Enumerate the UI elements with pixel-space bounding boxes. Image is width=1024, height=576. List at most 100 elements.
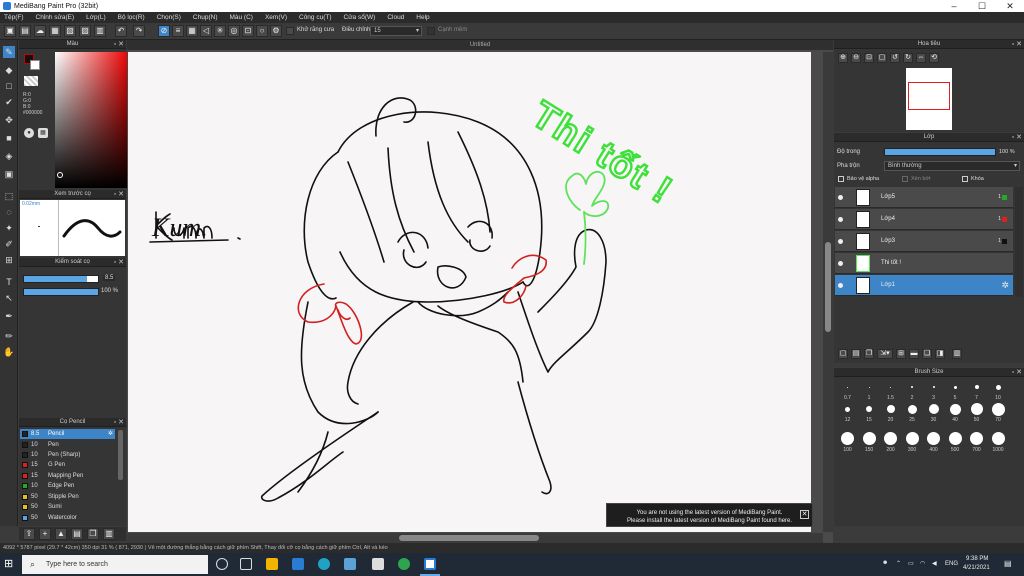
canvas-tab[interactable]: Untitled <box>127 40 833 50</box>
snap-ring-icon[interactable]: ○ <box>256 25 268 37</box>
snap-off-icon[interactable]: ⊘ <box>158 25 170 37</box>
brush-folder-icon[interactable]: ▤ <box>71 528 83 540</box>
clipping-checkbox[interactable] <box>902 176 908 182</box>
menu-file[interactable]: Tệp(F) <box>4 14 24 21</box>
brush-size-preset[interactable]: 100 <box>838 428 857 453</box>
store-icon[interactable] <box>344 558 356 570</box>
brush-size-preset[interactable]: 400 <box>924 428 943 453</box>
chrome-icon[interactable] <box>398 558 410 570</box>
tray-wifi-icon[interactable]: ◠ <box>920 560 925 567</box>
brush-size-preset[interactable]: 70 <box>989 402 1008 423</box>
hscroll-thumb[interactable] <box>399 535 539 541</box>
rotate-right-icon[interactable]: ↻ <box>903 53 913 63</box>
menu-select[interactable]: Chọn(S) <box>157 14 181 21</box>
gradient-tool-icon[interactable]: ▣ <box>3 168 15 180</box>
select-pen-icon[interactable]: ✐ <box>3 238 15 250</box>
magic-wand-icon[interactable]: ✦ <box>3 222 15 234</box>
pen-picker-icon[interactable]: ✏ <box>3 330 15 342</box>
brush-size-preset[interactable]: 15 <box>860 402 879 423</box>
panel-close-icon[interactable]: ▫ ✕ <box>114 40 124 49</box>
snap-radial-icon[interactable]: ✳ <box>214 25 226 37</box>
delete-layer-icon[interactable]: ▥ <box>952 349 962 359</box>
eye-icon[interactable] <box>838 261 843 266</box>
open-icon[interactable]: ▤ <box>19 25 31 37</box>
brush-delete-icon[interactable]: ▥ <box>103 528 115 540</box>
tray-battery-icon[interactable]: ▭ <box>908 560 914 567</box>
brush-item[interactable]: 15 G Pen <box>20 460 115 470</box>
cortana-icon[interactable] <box>216 558 228 570</box>
panel-close-icon[interactable]: ▫ ✕ <box>1012 133 1022 142</box>
layer-opacity-slider[interactable] <box>884 148 996 156</box>
brush-size-preset[interactable]: 1.5 <box>881 380 900 401</box>
snap-parallel-icon[interactable]: ≡ <box>172 25 184 37</box>
minimize-button[interactable]: – <box>940 0 968 12</box>
navigator-thumbnail[interactable] <box>906 68 952 130</box>
tray-volume-icon[interactable]: ◀ <box>932 560 937 567</box>
hand-tool-icon[interactable]: ✋ <box>3 346 15 358</box>
close-button[interactable]: ✕ <box>996 0 1024 12</box>
brush-item[interactable]: 50 Stipple Pen <box>20 492 115 502</box>
brush-tool-icon[interactable]: ✎ <box>3 46 15 58</box>
menu-window[interactable]: Cửa sổ(W) <box>344 14 376 21</box>
layer-scrollbar[interactable] <box>1015 187 1023 297</box>
duplicate-layer-icon[interactable]: ❐ <box>864 349 874 359</box>
flip-icon[interactable]: ⇔ <box>916 53 926 63</box>
brush-size-preset[interactable]: 50 <box>967 402 986 423</box>
panel-close-icon[interactable]: ▫ ✕ <box>114 258 124 267</box>
drawing-canvas[interactable]: Kum. Thi tốt ! <box>128 52 811 532</box>
layer-row[interactable]: Lớp3 1 <box>835 231 1013 252</box>
layer-copy-icon[interactable]: ❏ <box>922 349 932 359</box>
brush-item[interactable]: 10 Pen (Sharp) <box>20 450 115 460</box>
panel-close-icon[interactable]: ▫ ✕ <box>1012 368 1022 377</box>
tray-people-icon[interactable]: ☻ <box>882 560 888 566</box>
actual-size-icon[interactable]: ▢ <box>877 53 887 63</box>
zoom-out-icon[interactable]: ⊖ <box>851 53 861 63</box>
menu-layer[interactable]: Lớp(L) <box>86 14 105 21</box>
brush-item[interactable]: 50 Watercolor <box>20 513 115 523</box>
brush-opacity-slider[interactable] <box>23 288 99 296</box>
eraser-tool-icon[interactable]: ◆ <box>3 64 15 76</box>
navigator-viewport[interactable] <box>908 82 950 110</box>
select-tool-icon[interactable]: ✔ <box>3 96 15 108</box>
eye-icon[interactable] <box>838 195 843 200</box>
fill-rect-tool-icon[interactable]: ■ <box>3 132 15 144</box>
brush-size-preset[interactable]: 700 <box>967 428 986 453</box>
brush-size-preset[interactable]: 5 <box>946 380 965 401</box>
lock-checkbox[interactable] <box>962 176 968 182</box>
brush-item[interactable]: 10 Pen <box>20 440 115 450</box>
menu-snap[interactable]: Chụp(N) <box>193 14 218 21</box>
brush-size-preset[interactable]: 40 <box>946 402 965 423</box>
brush-item[interactable]: 10 Edge Pen <box>20 481 115 491</box>
blend-mode-select[interactable]: Bình thường ▾ <box>884 161 1020 171</box>
menu-tools[interactable]: Công cụ(T) <box>299 14 332 21</box>
eye-icon[interactable] <box>838 217 843 222</box>
color-wheel-icon[interactable]: ● <box>24 128 34 138</box>
language-indicator[interactable]: ENG <box>945 561 958 567</box>
canvas-vertical-scrollbar[interactable] <box>823 52 833 532</box>
brush-size-preset[interactable]: 25 <box>903 402 922 423</box>
brush-size-preset[interactable]: 500 <box>946 428 965 453</box>
edge-icon[interactable] <box>318 558 330 570</box>
windows-start-icon[interactable]: ⊞ <box>4 558 16 570</box>
brush-size-preset[interactable]: 1000 <box>989 428 1008 453</box>
brush-size-preset[interactable]: 7 <box>967 380 986 401</box>
update-notice[interactable]: You are not using the latest version of … <box>606 503 813 527</box>
redo-icon[interactable]: ↷ <box>133 25 145 37</box>
snap-settings-icon[interactable]: ⚙ <box>270 25 282 37</box>
fit-icon[interactable]: ⊡ <box>864 53 874 63</box>
snap-circle-icon[interactable]: ◎ <box>228 25 240 37</box>
layer-row[interactable]: Lớp4 1 <box>835 209 1013 230</box>
saturation-value-picker[interactable] <box>55 52 129 188</box>
grid-icon[interactable]: ▥ <box>94 25 106 37</box>
eyedropper-icon[interactable]: ✒ <box>3 310 15 322</box>
operation-tool-icon[interactable]: ↖ <box>3 292 15 304</box>
menu-help[interactable]: Help <box>416 14 429 21</box>
clock-date[interactable]: 4/21/2021 <box>963 565 990 571</box>
dot-tool-icon[interactable]: □ <box>3 80 15 92</box>
export-icon[interactable]: ▧ <box>64 25 76 37</box>
marquee-tool-icon[interactable]: ⬚ <box>3 190 15 202</box>
eye-icon[interactable] <box>838 239 843 244</box>
brush-item[interactable]: 15 Mapping Pen <box>20 471 115 481</box>
canh-mem-checkbox[interactable] <box>427 27 435 35</box>
maximize-button[interactable]: ☐ <box>968 0 996 12</box>
